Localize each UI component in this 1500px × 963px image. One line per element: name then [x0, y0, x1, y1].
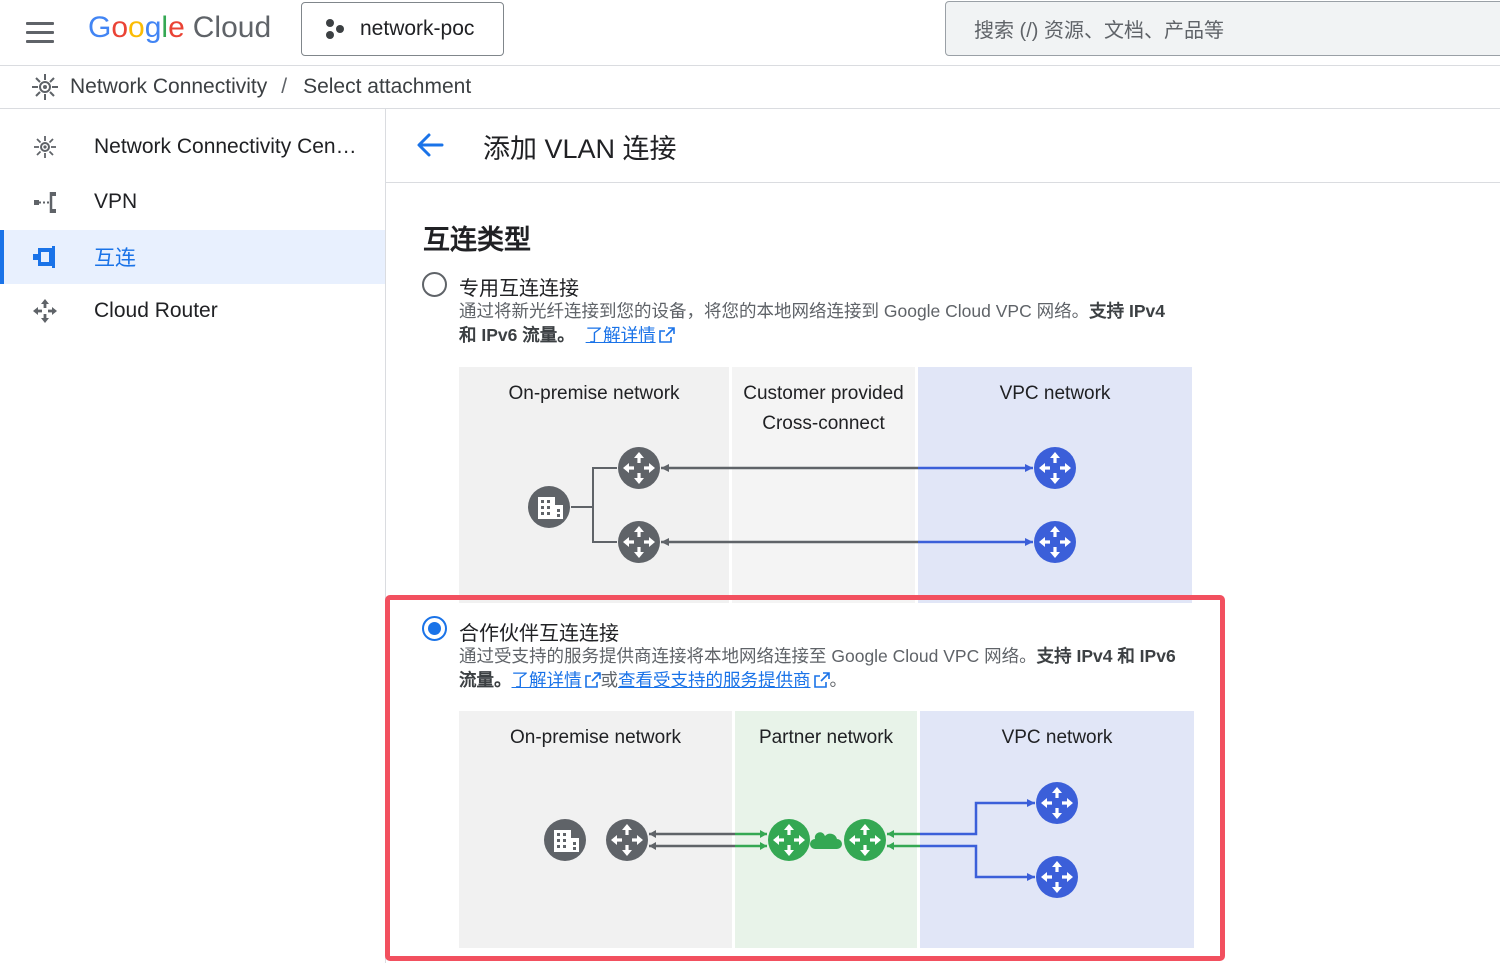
sidebar-item-vpn[interactable]: VPN	[0, 175, 385, 229]
page-title: 添加 VLAN 连接	[483, 134, 677, 164]
external-link-icon[interactable]	[584, 672, 601, 688]
option-desc-partner: 通过受支持的服务提供商连接将本地网络连接至 Google Cloud VPC 网…	[459, 644, 1176, 692]
breadcrumb-product-link[interactable]: Network Connectivity	[70, 75, 267, 99]
on-premise-router-icon	[606, 819, 648, 861]
desc-text: 通过受支持的服务提供商连接将本地网络连接至 Google Cloud VPC 网…	[459, 646, 1037, 666]
logo-letter: o	[128, 11, 145, 44]
back-arrow-icon[interactable]	[414, 129, 446, 161]
logo-letter: o	[111, 11, 129, 44]
logo-letter: e	[168, 11, 185, 44]
learn-more-link[interactable]: 了解详情	[512, 670, 582, 690]
vpc-router-icon	[1036, 856, 1078, 898]
project-name: network-poc	[360, 17, 475, 40]
project-picker-button[interactable]: network-poc	[301, 2, 504, 56]
vpn-icon	[34, 192, 56, 213]
sidebar-item-label: Cloud Router	[94, 299, 218, 322]
breadcrumb-separator: /	[281, 75, 288, 98]
learn-more-link[interactable]: 了解详情	[586, 325, 656, 345]
sidebar-item-label: VPN	[94, 190, 138, 213]
supported-providers-link[interactable]: 查看受支持的服务提供商	[618, 670, 811, 690]
radio-partner-interconnect[interactable]	[422, 616, 447, 641]
dedicated-diagram-graphic	[528, 447, 1076, 563]
option-label-partner: 合作伙伴互连连接	[459, 623, 619, 645]
logo-product: Cloud	[192, 11, 272, 44]
google-cloud-logo[interactable]: Google Cloud	[88, 10, 271, 46]
partner-router-icon	[768, 819, 810, 861]
external-link-icon[interactable]	[813, 672, 830, 688]
router-icon	[33, 299, 57, 323]
desc-text: 。	[829, 670, 848, 690]
main-menu-icon[interactable]	[22, 16, 56, 50]
dedicated-interconnect-diagram: On-premise network Customer provided Cro…	[459, 367, 1192, 603]
on-premise-building-icon	[544, 819, 586, 861]
option-desc-dedicated: 通过将新光纤连接到您的设备，将您的本地网络连接到 Google Cloud VP…	[459, 299, 1165, 347]
sidebar-item-label: Network Connectivity Cen…	[94, 135, 357, 158]
interconnect-icon	[33, 246, 55, 268]
logo-letter: G	[88, 11, 112, 44]
partner-interconnect-diagram: On-premise network Partner network VPC n…	[459, 711, 1194, 948]
desc-text: 或	[600, 670, 619, 690]
breadcrumb-current: Select attachment	[303, 75, 472, 98]
sidebar-nav: Network Connectivity Cen… VPN 互连 Cloud R…	[0, 109, 386, 963]
partner-router-icon	[844, 819, 886, 861]
page-header: 添加 VLAN 连接	[386, 109, 1500, 183]
desc-bold: 支持 IPv4	[1089, 301, 1165, 321]
radio-dedicated-interconnect[interactable]	[422, 272, 447, 297]
vpc-router-icon	[1034, 521, 1076, 563]
on-premise-building-icon	[528, 486, 570, 528]
on-premise-router-icon	[618, 521, 660, 563]
vpc-router-icon	[1034, 447, 1076, 489]
on-premise-router-icon	[618, 447, 660, 489]
hub-icon	[34, 136, 56, 158]
external-link-icon[interactable]	[658, 327, 675, 343]
partner-diagram-graphic	[544, 782, 1078, 898]
option-label-dedicated: 专用互连连接	[459, 278, 579, 300]
sidebar-item-interconnect[interactable]: 互连	[0, 230, 385, 284]
desc-bold: 和 IPv6 流量。	[459, 325, 575, 345]
sidebar-item-cloud-router[interactable]: Cloud Router	[0, 284, 385, 338]
vpc-router-icon	[1036, 782, 1078, 824]
search-placeholder: 搜索 (/) 资源、文档、产品等	[974, 20, 1224, 42]
section-title: 互连类型	[423, 225, 531, 255]
network-connectivity-icon	[32, 74, 58, 100]
desc-bold: 流量。	[459, 670, 512, 690]
desc-bold: 支持 IPv4 和 IPv6	[1036, 646, 1176, 666]
desc-text: 通过将新光纤连接到您的设备，将您的本地网络连接到 Google Cloud VP…	[459, 301, 1090, 321]
search-input[interactable]: 搜索 (/) 资源、文档、产品等	[945, 1, 1500, 56]
cloud-icon	[810, 832, 842, 849]
logo-letter: g	[144, 11, 162, 44]
sidebar-item-label: 互连	[94, 247, 136, 270]
project-icon	[326, 19, 344, 39]
top-app-bar: Google Cloud network-poc 搜索 (/) 资源、文档、产品等	[0, 0, 1500, 66]
sidebar-item-ncc[interactable]: Network Connectivity Cen…	[0, 120, 385, 174]
breadcrumb: Network Connectivity / Select attachment	[0, 66, 1500, 109]
